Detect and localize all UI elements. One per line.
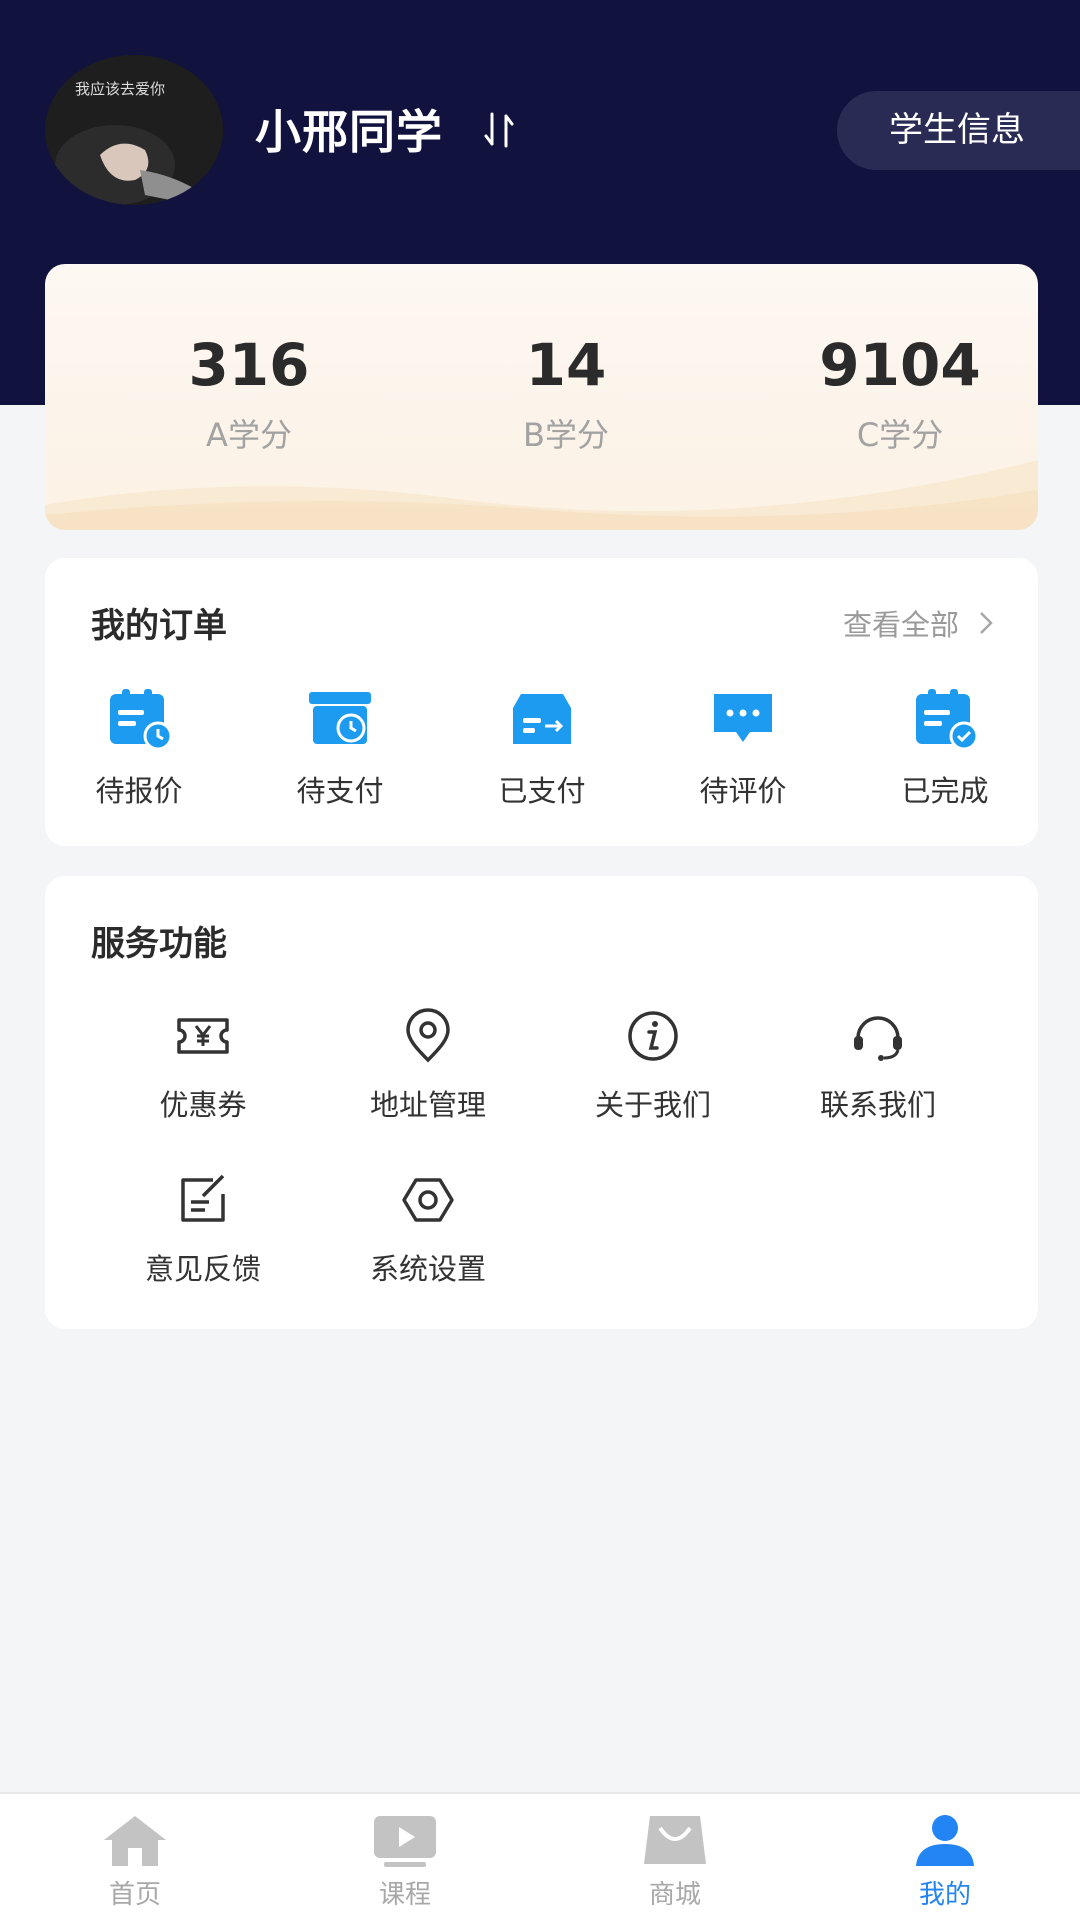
tab-courses-label: 课程 [378, 1880, 431, 1910]
play-icon [374, 1816, 436, 1867]
tab-home[interactable]: 首页 [65, 1812, 205, 1911]
credit-a-value: 316 [188, 331, 310, 399]
orders-title: 我的订单 [91, 606, 227, 646]
home-icon [104, 1816, 166, 1866]
service-feedback[interactable]: 意见反馈 [103, 1172, 303, 1288]
credit-b[interactable]: 14 B学分 [446, 330, 686, 456]
service-address[interactable]: 地址管理 [328, 1008, 528, 1124]
student-info-button[interactable]: 学生信息 [837, 91, 1080, 170]
credit-c[interactable]: 9104 C学分 [780, 330, 1020, 456]
headset-icon [854, 1016, 902, 1061]
service-contact[interactable]: 联系我们 [778, 1008, 978, 1124]
shop-bag-icon [644, 1816, 706, 1864]
wallet-clock-icon [309, 692, 371, 744]
credit-b-label: B学分 [523, 416, 609, 454]
order-pending-review[interactable]: 待评价 [673, 686, 813, 810]
settings-hex-icon [402, 1178, 454, 1222]
chat-bubble-icon [714, 694, 772, 742]
tab-mine[interactable]: 我的 [875, 1812, 1015, 1911]
service-settings-label: 系统设置 [369, 1252, 486, 1286]
order-pending-quote-label: 待报价 [95, 774, 183, 808]
order-completed[interactable]: 已完成 [875, 686, 1015, 810]
tab-shop-label: 商城 [648, 1880, 701, 1910]
service-about-label: 关于我们 [594, 1088, 711, 1122]
service-feedback-label: 意见反馈 [144, 1252, 261, 1286]
clipboard-clock-icon [110, 689, 173, 751]
services-card: 服务功能 优惠券 地址管理 关于我们 联系我们 意见反馈 系统设置 [45, 876, 1038, 1329]
credit-c-label: C学分 [856, 416, 944, 454]
order-completed-label: 已完成 [901, 774, 989, 808]
services-title: 服务功能 [91, 924, 227, 964]
user-name: 小邢同学 [255, 105, 443, 159]
order-paid-label: 已支付 [498, 774, 586, 808]
my-orders-card: 我的订单 查看全部 待报价 待支付 已支付 待评价 已完成 [45, 558, 1038, 846]
tab-courses[interactable]: 课程 [335, 1812, 475, 1911]
service-about[interactable]: 关于我们 [553, 1008, 753, 1124]
order-pending-payment-label: 待支付 [296, 774, 384, 808]
credit-a-label: A学分 [206, 416, 292, 454]
card-arrow-icon [513, 694, 571, 744]
avatar-caption: 我应该去爱你 [75, 80, 166, 98]
switch-account-icon[interactable] [482, 110, 518, 150]
order-pending-quote[interactable]: 待报价 [69, 686, 209, 810]
credits-wave-decoration [45, 460, 1038, 530]
chevron-right-icon [980, 612, 993, 634]
bottom-tab-bar: 首页 课程 商城 我的 [0, 1792, 1080, 1922]
service-contact-label: 联系我们 [819, 1088, 936, 1122]
feedback-edit-icon [181, 1174, 225, 1222]
location-icon [406, 1008, 450, 1063]
view-all-orders-link[interactable]: 查看全部 [843, 602, 993, 644]
tab-home-label: 首页 [108, 1880, 161, 1910]
tab-shop[interactable]: 商城 [605, 1812, 745, 1911]
order-pending-payment[interactable]: 待支付 [270, 686, 410, 810]
user-icon [916, 1815, 974, 1866]
service-address-label: 地址管理 [369, 1088, 486, 1122]
order-pending-review-label: 待评价 [699, 774, 787, 808]
credit-c-value: 9104 [819, 331, 981, 399]
service-coupon-label: 优惠券 [159, 1088, 247, 1122]
view-all-label: 查看全部 [842, 608, 959, 642]
credits-card: 316 A学分 14 B学分 9104 C学分 [45, 264, 1038, 530]
service-settings[interactable]: 系统设置 [328, 1172, 528, 1288]
order-paid[interactable]: 已支付 [472, 686, 612, 810]
credit-b-value: 14 [525, 331, 607, 399]
info-icon [628, 1011, 678, 1061]
clipboard-check-icon [916, 689, 979, 751]
credit-a[interactable]: 316 A学分 [129, 330, 369, 456]
service-coupon[interactable]: 优惠券 [103, 1008, 303, 1124]
tab-mine-label: 我的 [918, 1880, 971, 1910]
coupon-icon [177, 1018, 229, 1054]
